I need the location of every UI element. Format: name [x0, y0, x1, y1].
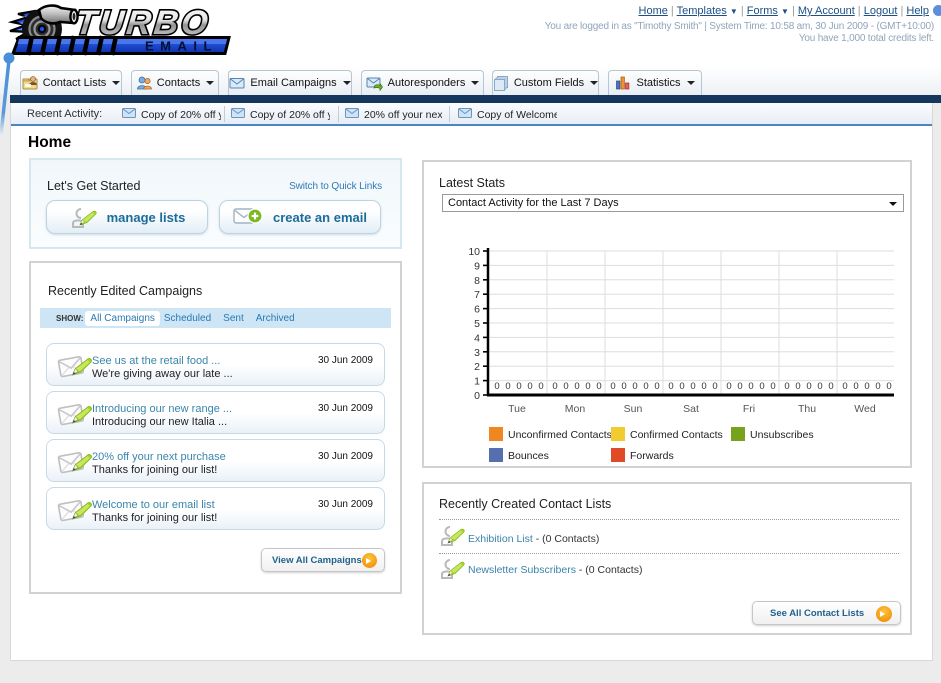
svg-text:0: 0: [759, 381, 764, 392]
svg-text:1: 1: [474, 376, 480, 388]
svg-text:0: 0: [505, 381, 510, 392]
svg-text:Thu: Thu: [798, 403, 816, 415]
svg-text:0: 0: [574, 381, 579, 392]
svg-text:Sun: Sun: [624, 403, 643, 415]
svg-text:0: 0: [474, 390, 480, 402]
svg-text:0: 0: [864, 381, 869, 392]
svg-text:Tue: Tue: [508, 403, 526, 415]
svg-text:0: 0: [668, 381, 673, 392]
svg-text:0: 0: [770, 381, 775, 392]
svg-text:0: 0: [679, 381, 684, 392]
svg-text:0: 0: [853, 381, 858, 392]
svg-text:0: 0: [842, 381, 847, 392]
svg-text:10: 10: [468, 246, 480, 258]
svg-text:2: 2: [474, 361, 480, 373]
svg-text:0: 0: [632, 381, 637, 392]
svg-text:6: 6: [474, 304, 480, 316]
svg-text:0: 0: [817, 381, 822, 392]
svg-text:0: 0: [643, 381, 648, 392]
svg-text:0: 0: [516, 381, 521, 392]
svg-text:0: 0: [701, 381, 706, 392]
svg-text:0: 0: [712, 381, 717, 392]
svg-text:7: 7: [474, 289, 480, 301]
svg-text:8: 8: [474, 275, 480, 287]
svg-text:0: 0: [875, 381, 880, 392]
svg-text:0: 0: [690, 381, 695, 392]
svg-text:0: 0: [795, 381, 800, 392]
svg-text:0: 0: [494, 381, 499, 392]
svg-text:0: 0: [563, 381, 568, 392]
svg-text:0: 0: [552, 381, 557, 392]
svg-text:0: 0: [886, 381, 891, 392]
svg-text:4: 4: [474, 332, 480, 344]
svg-text:Sat: Sat: [683, 403, 699, 415]
svg-text:0: 0: [748, 381, 753, 392]
svg-text:0: 0: [806, 381, 811, 392]
svg-text:0: 0: [654, 381, 659, 392]
svg-text:0: 0: [527, 381, 532, 392]
svg-text:9: 9: [474, 260, 480, 272]
svg-text:0: 0: [621, 381, 626, 392]
svg-text:TURBO: TURBO: [74, 4, 213, 42]
svg-text:Wed: Wed: [854, 403, 876, 415]
svg-text:0: 0: [596, 381, 601, 392]
svg-text:0: 0: [538, 381, 543, 392]
svg-text:0: 0: [610, 381, 615, 392]
svg-text:3: 3: [474, 347, 480, 359]
svg-text:0: 0: [726, 381, 731, 392]
svg-text:5: 5: [474, 318, 480, 330]
svg-text:0: 0: [828, 381, 833, 392]
svg-text:0: 0: [784, 381, 789, 392]
svg-text:Fri: Fri: [743, 403, 755, 415]
svg-text:Mon: Mon: [565, 403, 586, 415]
svg-text:0: 0: [737, 381, 742, 392]
svg-text:0: 0: [585, 381, 590, 392]
